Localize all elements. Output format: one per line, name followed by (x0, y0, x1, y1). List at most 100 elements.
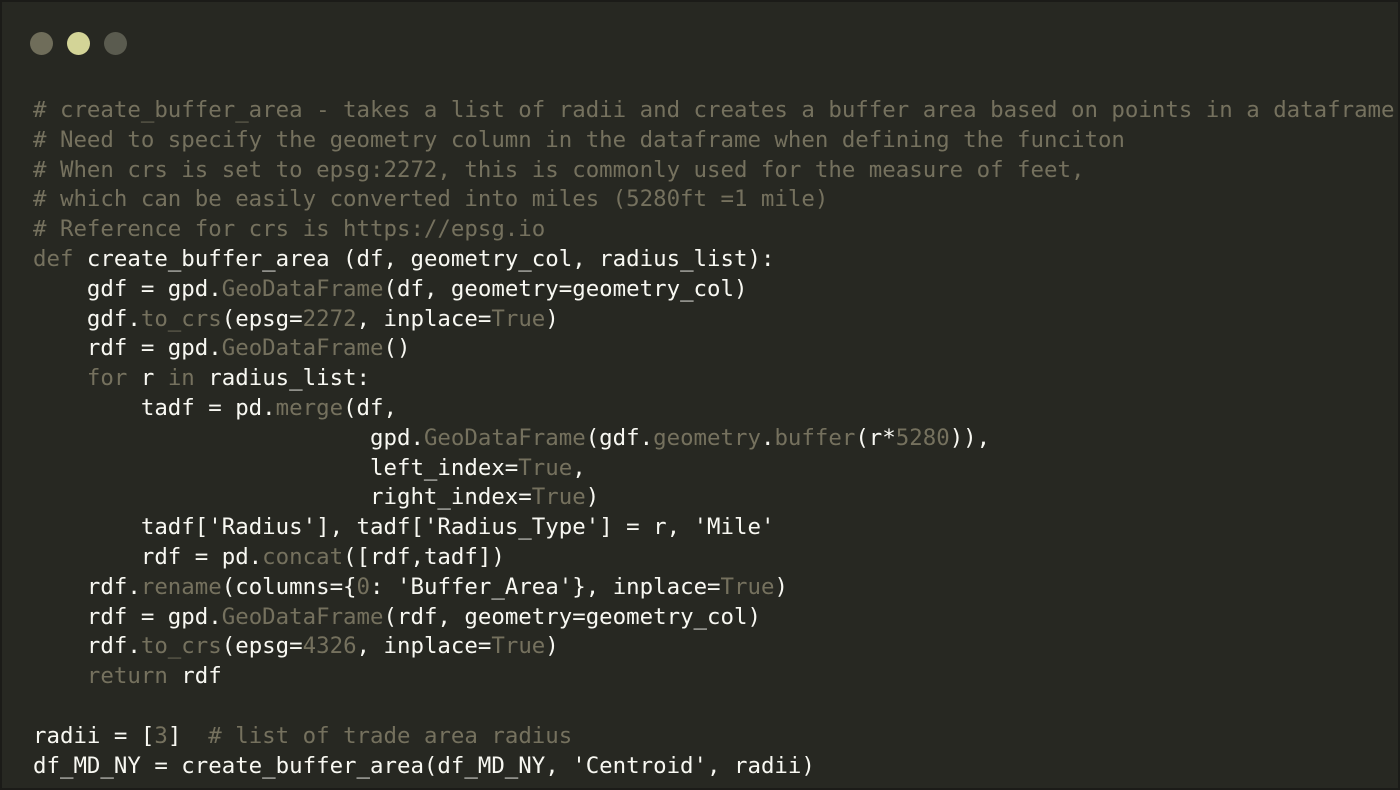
code-token: 'Radius_Type' (423, 514, 600, 541)
code-token: gdf = gpd. (33, 275, 222, 302)
code-token: rdf (167, 663, 222, 690)
code-line: # Need to specify the geometry column in… (33, 126, 1395, 156)
code-token: : (370, 573, 397, 600)
code-token: to_crs (140, 305, 222, 332)
code-token: ) (545, 633, 559, 660)
code-token: (df, geometry=geometry_col) (383, 275, 748, 302)
code-token: , inplace= (356, 305, 492, 332)
code-token: df_MD_NY = create_buffer_area(df_MD_NY, (33, 752, 573, 779)
code-token: ) (585, 484, 600, 511)
code-token: rdf. (33, 633, 141, 660)
code-line: rdf = gpd.GeoDataFrame(rdf, geometry=geo… (33, 603, 1395, 633)
code-line: gpd.GeoDataFrame(gdf.geometry.buffer(r*5… (33, 424, 1395, 454)
code-token: 'Mile' (693, 514, 775, 541)
code-token: concat (262, 543, 344, 570)
code-token: r (127, 365, 168, 392)
code-token: 'Centroid' (572, 752, 708, 779)
code-token: 2272 (302, 305, 357, 332)
maximize-button[interactable] (104, 32, 127, 55)
code-token: ] (167, 722, 209, 749)
minimize-button[interactable] (67, 32, 90, 55)
code-token: . (760, 424, 775, 451)
code-line: df_MD_NY = create_buffer_area(df_MD_NY, … (33, 752, 1395, 782)
code-token: tadf[ (33, 514, 209, 541)
code-token: rename (140, 573, 222, 600)
code-token: right_index= (33, 484, 532, 511)
code-token: 5280 (895, 424, 950, 451)
window-titlebar (2, 2, 1398, 82)
code-token: # list of trade area radius (208, 722, 573, 749)
code-token: ] = r, (599, 514, 694, 541)
code-line: rdf = gpd.GeoDataFrame() (33, 334, 1395, 364)
code-token: merge (275, 394, 344, 421)
code-line: for r in radius_list: (33, 364, 1395, 394)
code-token: to_crs (140, 633, 222, 660)
code-token: gpd. (33, 424, 424, 451)
code-token: ) (774, 573, 788, 600)
code-token: 0 (356, 573, 371, 600)
code-token: rdf = pd. (33, 543, 263, 570)
code-line: # which can be easily converted into mil… (33, 185, 1395, 215)
code-token: ([rdf,tadf]) (343, 543, 505, 570)
code-token: radii = [ (33, 722, 155, 749)
code-token: ) (545, 305, 559, 332)
code-token: (epsg= (221, 633, 303, 660)
code-token: create_buffer_area (df, geometry_col, ra… (73, 245, 775, 272)
code-line: rdf.to_crs(epsg=4326, inplace=True) (33, 632, 1395, 662)
code-token: True (518, 454, 573, 481)
code-token: 'Radius' (208, 514, 317, 541)
code-token: buffer (774, 424, 856, 451)
code-token: def (33, 245, 74, 272)
code-token: (rdf, geometry=geometry_col) (383, 603, 761, 630)
code-token: True (720, 573, 775, 600)
code-token: (gdf. (585, 424, 654, 451)
code-line: rdf = pd.concat([rdf,tadf]) (33, 543, 1395, 573)
code-line: gdf = gpd.GeoDataFrame(df, geometry=geom… (33, 275, 1395, 305)
code-token: }, inplace= (572, 573, 721, 600)
code-line: # create_buffer_area - takes a list of r… (33, 96, 1395, 126)
code-block: # create_buffer_area - takes a list of r… (33, 96, 1395, 781)
code-token: rdf = gpd. (33, 603, 222, 630)
code-token: 4326 (302, 633, 357, 660)
code-token: left_index= (33, 454, 519, 481)
code-token: gdf. (33, 305, 141, 332)
code-token: tadf = pd. (33, 394, 276, 421)
code-token: # When crs is set to epsg:2272, this is … (33, 156, 1085, 183)
code-token: , inplace= (356, 633, 492, 660)
code-token: for (86, 365, 128, 392)
code-token: rdf = gpd. (33, 335, 222, 362)
code-token: () (383, 335, 411, 362)
code-line: tadf = pd.merge(df, (33, 394, 1395, 424)
code-token: , radii) (707, 752, 815, 779)
code-token: radius_list: (194, 365, 371, 392)
code-line: left_index=True, (33, 454, 1395, 484)
code-token: GeoDataFrame (221, 603, 384, 630)
code-token: (columns={ (221, 573, 357, 600)
code-token: True (531, 484, 586, 511)
code-token: 'Buffer_Area' (397, 573, 573, 600)
code-line: radii = [3] # list of trade area radius (33, 722, 1395, 752)
code-token: (epsg= (221, 305, 303, 332)
code-token: # Need to specify the geometry column in… (33, 126, 1125, 153)
code-line: tadf['Radius'], tadf['Radius_Type'] = r,… (33, 513, 1395, 543)
code-token: rdf. (33, 573, 141, 600)
code-token: True (491, 633, 546, 660)
code-token: GeoDataFrame (423, 424, 586, 451)
code-line: # Reference for crs is https://epsg.io (33, 215, 1395, 245)
code-line: gdf.to_crs(epsg=2272, inplace=True) (33, 305, 1395, 335)
code-token: geometry (653, 424, 761, 451)
code-token: 3 (154, 722, 168, 749)
code-token: # create_buffer_area - takes a list of r… (33, 97, 1395, 123)
code-token: # which can be easily converted into mil… (33, 186, 829, 213)
code-token: return (86, 663, 168, 690)
code-token: True (491, 305, 546, 332)
code-token: , (572, 454, 586, 481)
code-line: def create_buffer_area (df, geometry_col… (33, 245, 1395, 275)
code-line: return rdf (33, 662, 1395, 692)
code-token: # Reference for crs is https://epsg.io (33, 216, 546, 243)
code-token: ], tadf[ (316, 514, 424, 541)
close-button[interactable] (30, 32, 53, 55)
code-window: # create_buffer_area - takes a list of r… (0, 0, 1400, 790)
